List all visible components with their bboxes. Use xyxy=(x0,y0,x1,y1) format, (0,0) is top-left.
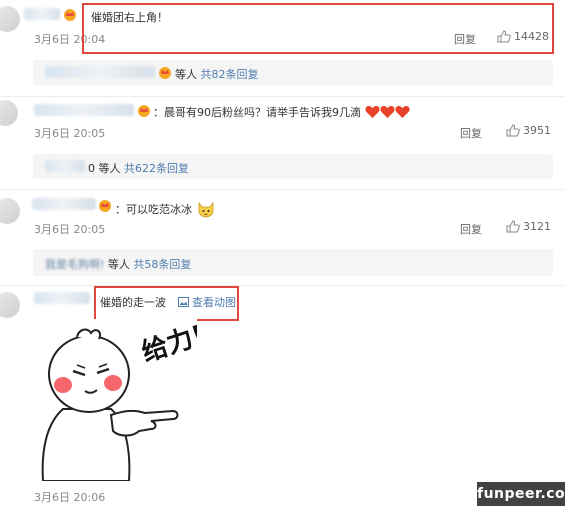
watermark-logo: funpeer.com xyxy=(477,482,565,506)
reply-username[interactable] xyxy=(45,160,85,172)
like-count: 3951 xyxy=(523,124,551,137)
crown-badge-icon xyxy=(64,9,76,21)
comment-text: ：晨哥有90后粉丝吗？请举手告诉我9几滴 xyxy=(153,104,410,120)
like-button[interactable]: 3121 xyxy=(506,220,551,233)
reply-username[interactable]: 我是毛狗啊! xyxy=(45,258,104,271)
crown-badge-icon xyxy=(138,105,150,117)
cat-emoji-icon xyxy=(198,201,213,218)
highlight-box xyxy=(82,3,554,54)
reply-count-link[interactable]: 共622条回复 xyxy=(124,162,189,175)
comment-time: 3月6日 20:05 xyxy=(34,223,106,236)
comment-time: 3月6日 20:05 xyxy=(34,127,106,140)
username[interactable] xyxy=(34,104,134,116)
reply-username[interactable] xyxy=(45,66,155,78)
like-button[interactable]: 3951 xyxy=(506,124,551,137)
highlight-box xyxy=(94,286,239,321)
divider xyxy=(0,189,565,190)
username[interactable] xyxy=(34,292,90,304)
crown-badge-icon xyxy=(159,67,171,79)
comment-text: ：可以吃范冰冰 xyxy=(115,199,216,219)
username[interactable] xyxy=(32,198,96,210)
divider xyxy=(0,285,565,286)
reply-count-link[interactable]: 共82条回复 xyxy=(201,68,259,81)
sticker-image[interactable]: 给力! xyxy=(33,319,197,481)
like-count: 3121 xyxy=(523,220,551,233)
crown-badge-icon xyxy=(99,200,111,212)
username[interactable] xyxy=(24,8,60,20)
divider xyxy=(0,96,565,97)
reply-button[interactable]: 回复 xyxy=(460,125,482,141)
heart-emoji-icon xyxy=(379,106,395,118)
reply-summary-text: 我是毛狗啊! 等人 共58条回复 xyxy=(45,258,192,271)
avatar[interactable] xyxy=(0,292,20,318)
avatar[interactable] xyxy=(0,198,20,224)
heart-emoji-icon xyxy=(394,106,410,118)
reply-summary-text: 等人 共82条回复 xyxy=(175,68,259,81)
heart-emoji-icon xyxy=(364,106,380,118)
avatar[interactable] xyxy=(0,6,20,32)
avatar[interactable] xyxy=(0,100,18,126)
thumbs-up-icon xyxy=(506,124,520,137)
reply-summary-text: 0 等人 共622条回复 xyxy=(88,162,189,175)
comment-time: 3月6日 20:06 xyxy=(34,491,106,504)
reply-count-link[interactable]: 共58条回复 xyxy=(133,258,191,271)
reply-button[interactable]: 回复 xyxy=(460,221,482,237)
thumbs-up-icon xyxy=(506,220,520,233)
